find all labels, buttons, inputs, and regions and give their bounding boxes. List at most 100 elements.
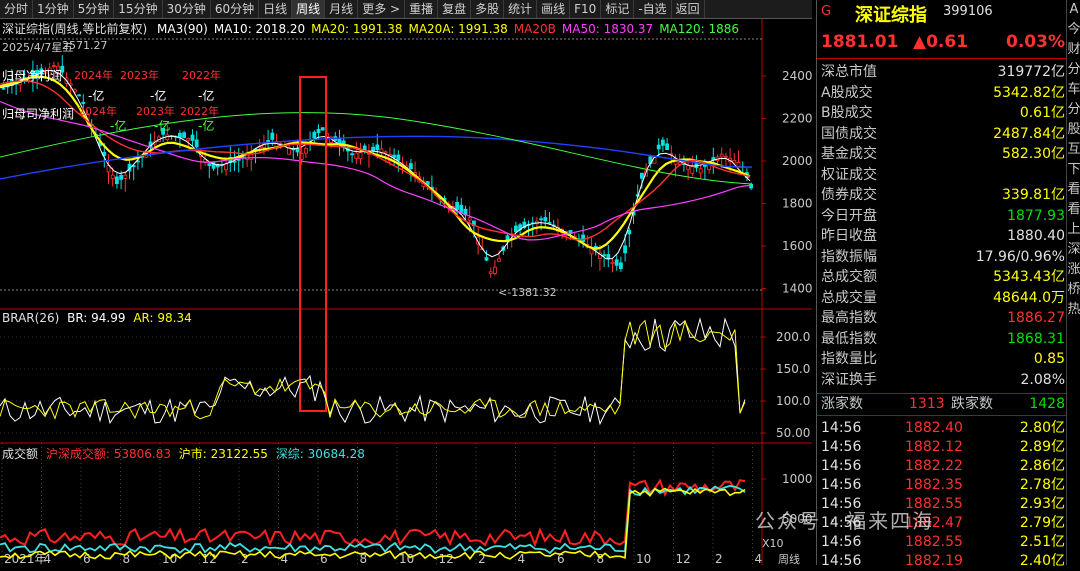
- toolbar-tab[interactable]: 日线: [259, 0, 293, 18]
- tick-time: 14:56: [821, 458, 862, 474]
- candle-body: [661, 139, 665, 146]
- quote-row: A股成交 5342.82亿: [817, 83, 1067, 103]
- candle-body: [698, 168, 703, 174]
- side-tab[interactable]: 下: [1067, 160, 1080, 180]
- toolbar-tab[interactable]: -自选: [634, 0, 672, 18]
- tick-price: 1882.40: [905, 420, 963, 436]
- x-axis-label: 12: [439, 552, 454, 565]
- overlay2-val-2022: -亿: [198, 119, 215, 133]
- side-tab[interactable]: 热: [1067, 300, 1080, 320]
- tick-amount: 2.80亿: [1019, 420, 1065, 436]
- candle-body: [224, 163, 229, 171]
- candle-body: [392, 154, 397, 158]
- candle-body: [619, 262, 623, 269]
- adv-label: 涨家数: [821, 396, 863, 412]
- quote-row: 最高指数 1886.27: [817, 308, 1067, 328]
- toolbar-tab[interactable]: 重播: [405, 0, 439, 18]
- candle-body: [690, 166, 695, 174]
- toolbar-tab[interactable]: 月线: [325, 0, 359, 18]
- toolbar-tab[interactable]: 统计: [504, 0, 538, 18]
- y-tick-label: 2200: [782, 112, 812, 126]
- toolbar-tab[interactable]: 多股: [471, 0, 505, 18]
- toolbar-tab[interactable]: 60分钟: [211, 0, 260, 18]
- side-tab[interactable]: 看: [1067, 180, 1080, 200]
- period-toolbar: 分时 1分钟 5分钟 15分钟 30分钟 60分钟 日线 周线 月线 更多 > 重播 复盘 多股 统计 画线…: [0, 0, 812, 19]
- candle-body: [488, 271, 493, 275]
- candle-body: [207, 163, 212, 167]
- candle-body: [581, 234, 585, 243]
- toolbar-tab[interactable]: 标记: [601, 0, 635, 18]
- candle-body: [623, 245, 627, 254]
- overlay-line1-label: 归母净利润: [2, 69, 63, 83]
- side-tab[interactable]: 今: [1067, 20, 1080, 40]
- toolbar-tab[interactable]: 返回: [672, 0, 705, 18]
- side-tab[interactable]: 涨: [1067, 260, 1080, 280]
- side-tab[interactable]: 深: [1067, 240, 1080, 260]
- toolbar-tab[interactable]: 周线: [292, 0, 326, 18]
- candle-body: [614, 259, 619, 266]
- toolbar-tab[interactable]: 画线: [537, 0, 571, 18]
- candle-body: [724, 155, 728, 158]
- toolbar-tab[interactable]: 5分钟: [74, 0, 115, 18]
- candle-body: [408, 163, 413, 170]
- side-tab[interactable]: A: [1067, 0, 1080, 20]
- toolbar-tab[interactable]: 复盘: [438, 0, 472, 18]
- quote-header: G 深证综指 399106 1881.01 ▲0.61 0.03%: [817, 0, 1067, 60]
- candle-body: [543, 217, 548, 222]
- toolbar-tab[interactable]: 分时: [0, 0, 34, 18]
- volume-sz: 深综: 30684.28: [275, 447, 365, 461]
- candle-body: [266, 140, 271, 142]
- side-tab[interactable]: 分: [1067, 60, 1080, 80]
- quote-row: 权证成交: [817, 165, 1067, 185]
- side-tab[interactable]: 桥: [1067, 280, 1080, 300]
- tick-price: 1882.35: [905, 477, 963, 493]
- quote-row-label: 最低指数: [821, 330, 877, 347]
- quote-row: 深总市值 319772亿: [817, 62, 1067, 82]
- side-tab[interactable]: 车: [1067, 80, 1080, 100]
- volume-name: 成交额: [2, 447, 39, 461]
- tick-amount: 2.51亿: [1019, 534, 1065, 550]
- candle-body: [640, 172, 644, 179]
- index-code: 399106: [943, 4, 993, 19]
- tick-row: 14:56 1882.35 2.78亿: [817, 475, 1067, 495]
- side-tab[interactable]: 分: [1067, 100, 1080, 120]
- candle-body: [236, 158, 241, 161]
- volume-sh-line: [0, 487, 746, 560]
- candle-body: [455, 202, 460, 210]
- toolbar-tab[interactable]: F10: [570, 0, 602, 18]
- candle-body: [320, 127, 325, 131]
- x-axis-label: 2: [478, 552, 486, 565]
- side-tab[interactable]: 看: [1067, 200, 1080, 220]
- tick-price: 1882.19: [905, 553, 963, 569]
- quote-row-label: 总成交量: [821, 289, 877, 306]
- candle-body: [182, 132, 187, 139]
- candle-body: [749, 183, 753, 189]
- toolbar-tab[interactable]: 30分钟: [163, 0, 211, 18]
- quote-row-value: 2.08%: [1020, 371, 1065, 388]
- quote-row: 总成交额 5343.43亿: [817, 267, 1067, 287]
- ma-legend-item: MA20A: 1991.38: [408, 22, 508, 36]
- side-tab[interactable]: 财: [1067, 40, 1080, 60]
- kline-chart-svg[interactable]: 2400 2200 2000 1800 1600 1400 200.0 150.0 100.0 5…: [0, 19, 820, 566]
- tick-time: 14:56: [821, 477, 862, 493]
- side-tab[interactable]: 上: [1067, 220, 1080, 240]
- dec-label: 跌家数: [951, 396, 993, 412]
- chart-area[interactable]: 2400 2200 2000 1800 1600 1400 200.0 150.0 100.0 5…: [0, 19, 820, 566]
- side-tab[interactable]: 股: [1067, 120, 1080, 140]
- tick-amount: 2.40亿: [1019, 553, 1065, 569]
- ma-legend-item: MA20B: [513, 22, 556, 36]
- toolbar-tab[interactable]: 更多 >: [358, 0, 406, 18]
- breadth-row: 涨家数 1313 跌家数 1428: [817, 394, 1067, 414]
- quote-row: 今日开盘 1877.93: [817, 206, 1067, 226]
- toolbar-tab[interactable]: 15分钟: [114, 0, 163, 18]
- side-tab[interactable]: 互: [1067, 140, 1080, 160]
- br-value: BR: 94.99: [67, 311, 126, 325]
- candle-body: [270, 132, 275, 140]
- toolbar-tab[interactable]: 1分钟: [33, 0, 74, 18]
- index-price: 1881.01: [821, 32, 899, 52]
- candle-body: [115, 176, 119, 184]
- quote-row-label: 国债成交: [821, 125, 877, 142]
- side-tab-strip[interactable]: A今财分车分股互下看看上深涨桥热: [1066, 0, 1080, 565]
- candle-body: [492, 266, 497, 274]
- volume-total-line: [0, 478, 746, 548]
